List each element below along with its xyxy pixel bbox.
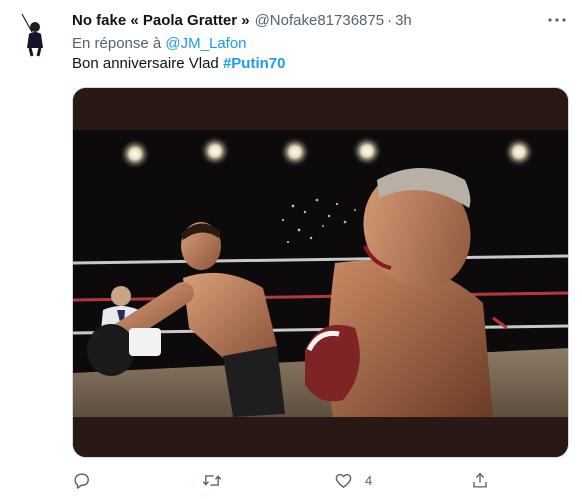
share-button[interactable] [471,468,501,492]
reply-prefix: En réponse à [72,35,162,52]
hashtag-link[interactable]: #Putin70 [223,55,286,72]
author-avatar[interactable] [10,10,58,58]
more-horizontal-icon [548,18,566,22]
more-options-button[interactable] [546,12,568,28]
header-separator: · [387,11,393,29]
media-photo [73,88,568,457]
share-upload-icon [473,472,487,488]
retweet-arrows-icon [202,474,222,486]
reply-context: En réponse à @JM_Lafon [72,35,247,52]
like-button[interactable]: 4 [334,468,372,492]
like-count: 4 [365,472,373,488]
tweet-action-bar: 4 [72,468,502,492]
author-handle[interactable]: @Nofake81736875 [255,12,385,29]
heart-icon [335,473,352,488]
tweet-timestamp[interactable]: 3h [395,12,412,29]
reply-mention-link[interactable]: @JM_Lafon [165,35,246,52]
retweet-button[interactable] [202,468,234,492]
tweet-text-body: Bon anniversaire Vlad [72,55,219,72]
tweet-header: No fake « Paola Gratter » @Nofake8173687… [72,10,562,30]
avatar-figure-image [10,10,58,58]
tweet-text: Bon anniversaire Vlad #Putin70 [72,55,285,72]
reply-button[interactable] [72,468,103,492]
comment-bubble-icon [74,472,89,489]
author-display-name[interactable]: No fake « Paola Gratter » [72,12,250,29]
tweet-media[interactable] [72,87,569,458]
